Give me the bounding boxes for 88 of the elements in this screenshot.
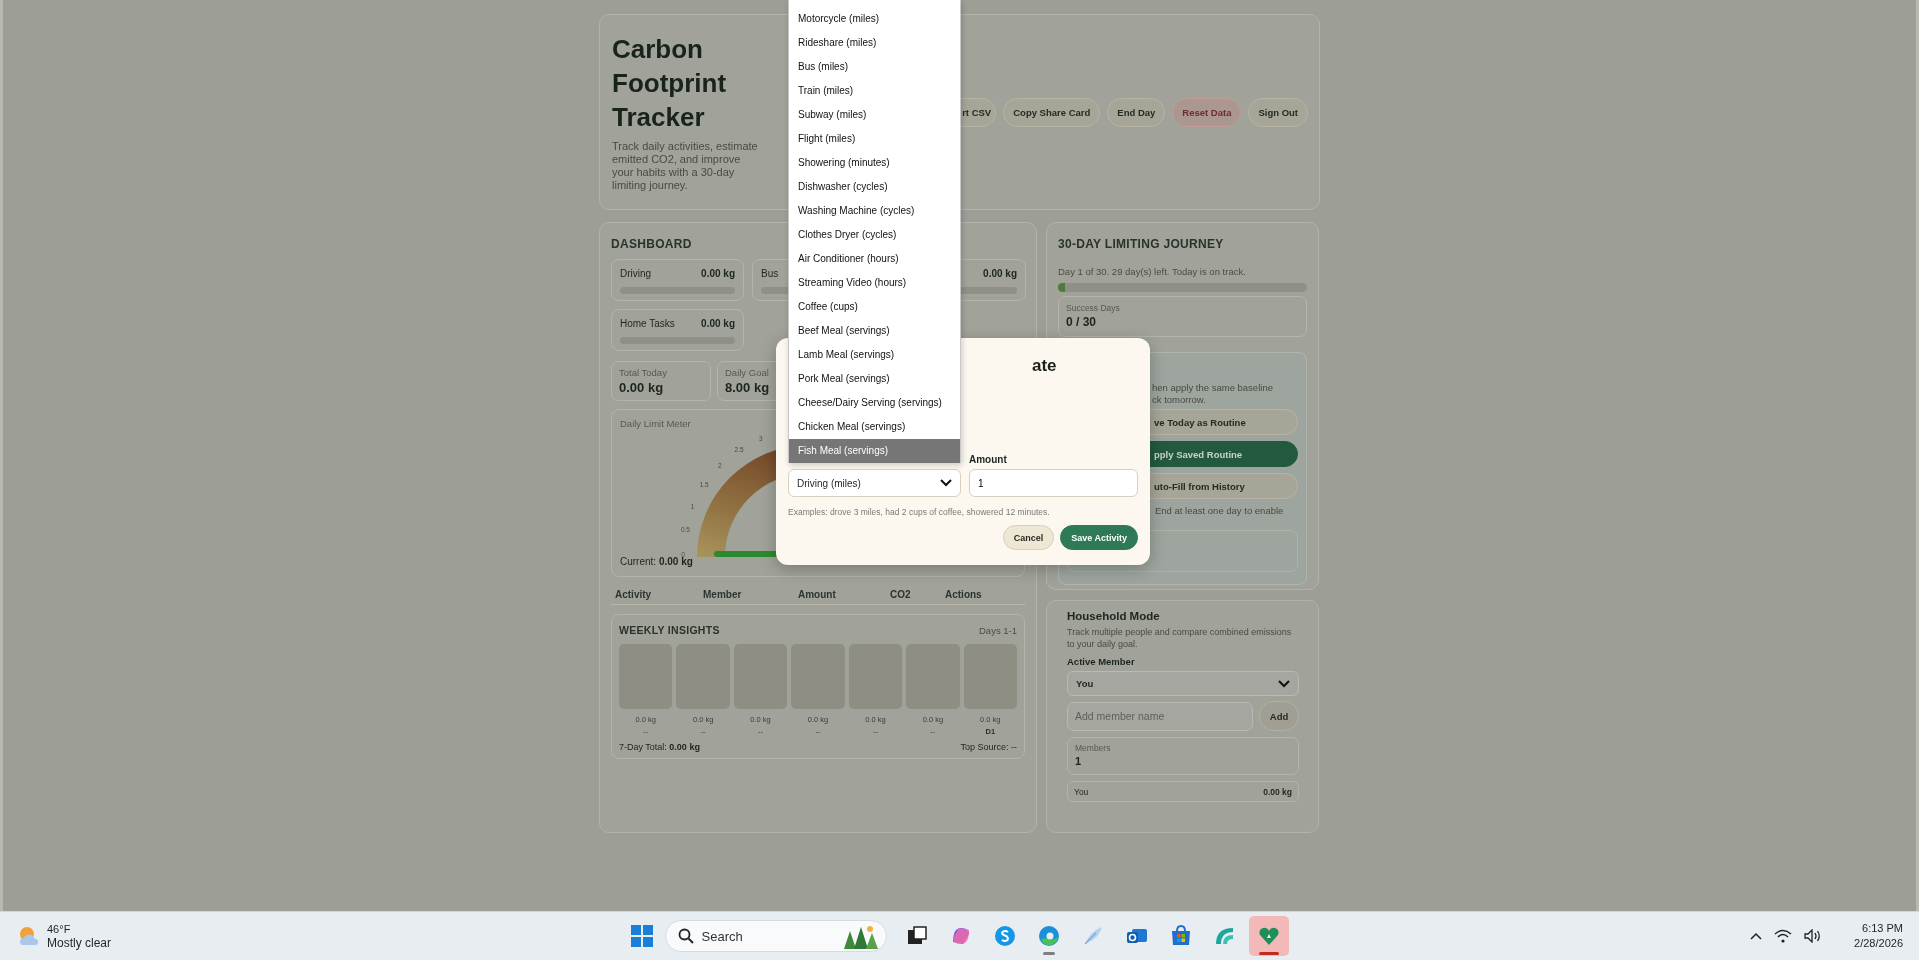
member-value: 0.00 kg — [1263, 786, 1292, 797]
clock-time[interactable]: 6:13 PM — [1862, 921, 1903, 936]
success-value: 0 / 30 — [1066, 315, 1098, 329]
success-label: Success Days — [1066, 303, 1121, 313]
member-name-input[interactable]: Add member name — [1067, 701, 1253, 731]
column-header: CO2 — [890, 589, 912, 600]
chat-app-icon — [992, 924, 1017, 948]
day-bar — [963, 644, 1017, 709]
day-bar — [791, 644, 845, 709]
active-member-label: Active Member — [1067, 656, 1136, 667]
dialog-hint: Examples: drove 3 miles, had 2 cups of coffee, showered 12 minutes. — [788, 507, 1051, 517]
dropdown-option[interactable]: Beef Meal (servings) — [789, 319, 960, 343]
dropdown-option[interactable]: Showering (minutes) — [789, 151, 960, 175]
dropdown-option[interactable]: Flight (miles) — [789, 127, 960, 151]
dialog-title: ate — [1031, 356, 1058, 376]
category-label: Driving — [620, 268, 652, 281]
dropdown-option[interactable]: Air Conditioner (hours) — [789, 247, 960, 271]
weather-temperature: 46°F — [47, 922, 72, 936]
dropdown-option[interactable]: Washing Machine (cycles) — [789, 199, 960, 223]
day-bar — [676, 644, 730, 709]
category-value: 0.00 kg — [701, 268, 735, 281]
day-bar — [619, 644, 673, 709]
category-value: 0.00 kg — [701, 318, 735, 331]
category-value: 0.00 kg — [983, 268, 1017, 281]
search-icon — [677, 928, 694, 944]
amount-label: Amount — [969, 454, 1008, 465]
dropdown-option[interactable]: Pork Meal (servings) — [789, 367, 960, 391]
dropdown-option[interactable]: Fish Meal (servings) — [789, 439, 960, 463]
chevron-down-icon — [1278, 679, 1290, 688]
household-description: Track multiple people and compare combined emissions to your daily goal. — [1067, 626, 1293, 650]
column-header: Activity — [615, 589, 653, 600]
weekly-total: 7-Day Total: 0.00 kg — [619, 742, 700, 752]
start-icon[interactable] — [630, 925, 653, 947]
dropdown-option[interactable]: Rideshare (miles) — [789, 31, 960, 55]
weather-condition: Mostly clear — [47, 936, 111, 950]
wifi-icon[interactable] — [1774, 929, 1793, 943]
date-range: Days 1-1 — [979, 624, 1017, 636]
dialog-button[interactable]: Save Activity — [1060, 525, 1138, 550]
household-title: Household Mode — [1067, 610, 1161, 622]
day-bar — [733, 644, 788, 709]
member-name: You — [1074, 786, 1089, 797]
dropdown-option[interactable]: Lamb Meal (servings) — [789, 343, 960, 367]
members-label: Members — [1075, 743, 1112, 753]
browser-icon — [1036, 924, 1061, 948]
clock-date[interactable]: 2/28/2026 — [1854, 936, 1903, 951]
dropdown-option[interactable]: Bus (miles) — [789, 55, 960, 79]
routine-note: End at least one day to enable — [1154, 505, 1285, 516]
amount-input[interactable]: 1 — [969, 469, 1138, 497]
dropdown-option[interactable]: Cheese/Dairy Serving (servings) — [789, 391, 960, 415]
add-member-button[interactable]: Add — [1259, 701, 1299, 731]
speaker-icon[interactable] — [1804, 929, 1823, 943]
member-select[interactable]: You — [1067, 671, 1299, 696]
stat-value: 8.00 kg — [725, 380, 771, 395]
dashboard-title: DASHBOARD — [611, 237, 693, 251]
day-bar — [906, 644, 960, 709]
stat-label: Total Today — [619, 367, 668, 378]
journey-status: Day 1 of 30. 29 day(s) left. Today is on track. — [1058, 266, 1247, 277]
meter-title: Daily Limit Meter — [620, 418, 691, 429]
header-button[interactable]: Copy Share Card — [1003, 97, 1101, 127]
dropdown-option[interactable]: Coffee (cups) — [789, 295, 960, 319]
dropdown-option[interactable]: Motorcycle (miles) — [789, 7, 960, 31]
routine-description: ck tomorrow. — [1152, 394, 1207, 406]
column-header: Member — [703, 589, 743, 600]
day-bar — [848, 644, 903, 709]
top-source: Top Source: -- — [960, 742, 1017, 752]
members-count: 1 — [1075, 755, 1083, 767]
weekly-title: WEEKLY INSIGHTS — [619, 624, 720, 636]
dropdown-option[interactable]: Dishwasher (cycles) — [789, 175, 960, 199]
app-description: Track daily activities, estimate emitted CO2, and improve your habits with a 30-day limiting journey. — [612, 140, 759, 192]
dropdown-option[interactable]: Chicken Meal (servings) — [789, 415, 960, 439]
dropdown-option[interactable]: Clothes Dryer (cycles) — [789, 223, 960, 247]
header-button[interactable]: End Day — [1107, 97, 1166, 127]
dropdown-option[interactable]: Streaming Video (hours) — [789, 271, 960, 295]
app-title: Carbon Footprint Tracker — [612, 33, 728, 134]
category-label: Bus — [761, 268, 779, 281]
dialog-button[interactable]: Cancel — [1002, 525, 1055, 550]
column-header: Amount — [798, 589, 837, 600]
search-field[interactable]: Search — [664, 920, 887, 952]
routine-description: hen apply the same baseline — [1152, 382, 1274, 394]
activity-select[interactable]: Driving (miles) — [788, 469, 961, 497]
chevron-down-icon — [940, 479, 952, 487]
chevron-up-icon[interactable] — [1750, 932, 1763, 940]
journey-title: 30-DAY LIMITING JOURNEY — [1058, 237, 1225, 251]
stat-value: 0.00 kg — [619, 380, 665, 395]
header-button[interactable]: Reset Data — [1172, 97, 1242, 127]
header-button[interactable]: Sign Out — [1248, 97, 1308, 127]
column-header: Actions — [945, 589, 983, 600]
category-label: Home Tasks — [620, 318, 675, 331]
